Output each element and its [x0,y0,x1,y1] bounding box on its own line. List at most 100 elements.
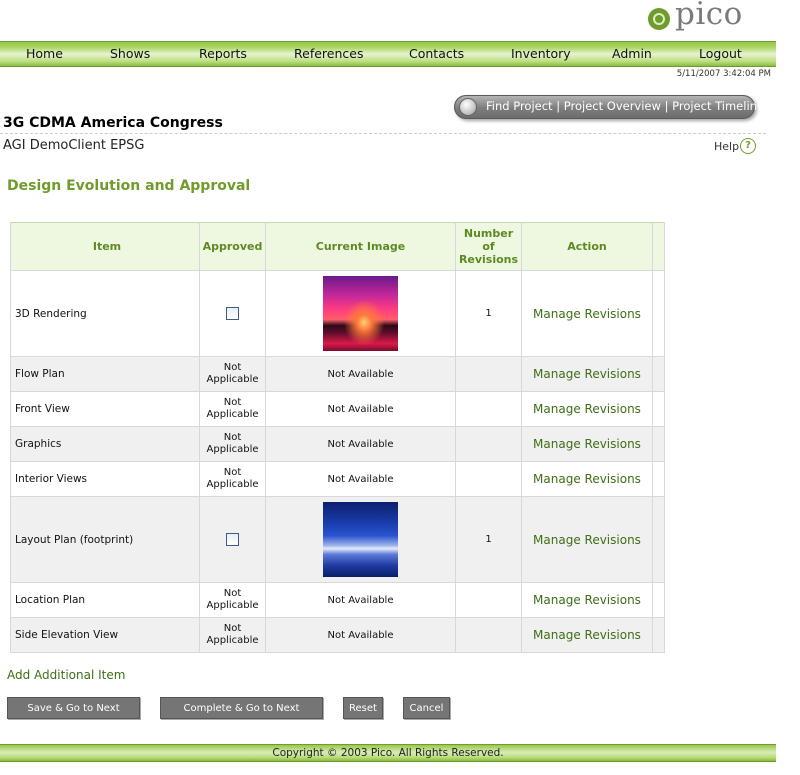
table-row: Flow Plan Not Applicable Not Available Ma… [10,356,665,392]
action-cell: Manage Revisions [521,582,653,618]
table-header-row: Item Approved Current Image Number of Re… [10,222,665,271]
action-cell: Manage Revisions [521,270,653,357]
current-image-cell: Not Available [265,582,456,618]
approved-cell: Not Applicable [199,582,266,618]
nav-admin[interactable]: Admin [612,46,652,61]
header-spacer [652,222,665,271]
header-current-image: Current Image [265,222,456,271]
toolbar-knob-icon [459,98,477,116]
not-applicable-line1: Not [223,588,242,599]
item-name: Location Plan [15,594,86,606]
help-question-icon[interactable]: ? [740,138,756,154]
section-title: Design Evolution and Approval [7,178,251,194]
action-cell: Manage Revisions [521,461,653,497]
timestamp: 5/11/2007 3:42:04 PM [676,69,771,79]
revisions-cell [455,356,522,392]
revisions-cell [455,461,522,497]
project-overview-link[interactable]: Project Overview [564,99,661,113]
header-revisions-line2: of [482,240,495,253]
nav-shows[interactable]: Shows [110,46,150,61]
nav-logout[interactable]: Logout [699,46,742,61]
current-image-cell: Not Available [265,461,456,497]
current-image-cell: Not Available [265,426,456,462]
item-name-cell: Graphics [10,426,200,462]
image-status: Not Available [327,594,394,606]
table-row: Layout Plan (footprint) 1 Manage Revisio… [10,496,665,583]
approved-checkbox[interactable] [226,307,239,320]
link-separator: | [552,99,564,113]
action-cell: Manage Revisions [521,391,653,427]
client-name: AGI DemoClient EPSG [3,138,145,153]
image-status: Not Available [327,629,394,641]
main-nav-bar: Home Shows Reports References Contacts I… [0,41,776,67]
blue-water-thumbnail[interactable] [323,502,398,577]
add-additional-item-link[interactable]: Add Additional Item [7,668,125,682]
revisions-cell [455,426,522,462]
header-revisions: Number of Revisions [455,222,522,271]
image-status: Not Available [327,403,394,415]
manage-revisions-link[interactable]: Manage Revisions [533,367,641,381]
not-applicable-line1: Not [223,397,242,408]
project-toolbar: Find Project | Project Overview | Projec… [454,95,764,119]
nav-home[interactable]: Home [26,46,63,61]
header-approved: Approved [199,222,266,271]
reset-button[interactable]: Reset [343,697,383,719]
spacer-cell [652,617,665,653]
item-name: Interior Views [15,473,88,485]
approved-cell: Not Applicable [199,356,266,392]
spacer-cell [652,461,665,497]
not-applicable-line1: Not [223,432,242,443]
manage-revisions-link[interactable]: Manage Revisions [533,593,641,607]
approved-cell: Not Applicable [199,426,266,462]
manage-revisions-link[interactable]: Manage Revisions [533,307,641,321]
item-name-cell: Flow Plan [10,356,200,392]
approved-cell [199,270,266,357]
not-applicable-line2: Applicable [206,635,259,646]
not-applicable-line2: Applicable [206,374,259,385]
nav-contacts[interactable]: Contacts [409,46,464,61]
image-status: Not Available [327,473,394,485]
manage-revisions-link[interactable]: Manage Revisions [533,402,641,416]
not-applicable-line1: Not [223,467,242,478]
current-image-cell: Not Available [265,356,456,392]
revisions-count: 1 [485,534,492,545]
current-image-cell [265,270,456,357]
manage-revisions-link[interactable]: Manage Revisions [533,472,641,486]
pico-leaf-icon [648,8,670,30]
not-applicable-line1: Not [223,623,242,634]
item-name: Layout Plan (footprint) [15,533,134,546]
revisions-count: 1 [485,308,492,319]
header-revisions-line3: Revisions [458,253,519,266]
complete-and-next-button[interactable]: Complete & Go to Next [160,697,323,719]
footer-copyright: Copyright © 2003 Pico. All Rights Reserv… [272,747,504,759]
pico-logo: pico [648,0,758,40]
nav-inventory[interactable]: Inventory [511,46,571,61]
current-image-cell: Not Available [265,617,456,653]
table-row: Graphics Not Applicable Not Available Man… [10,426,665,462]
image-status: Not Available [327,368,394,380]
nav-references[interactable]: References [294,46,363,61]
manage-revisions-link[interactable]: Manage Revisions [533,533,641,547]
help-label: Help [714,140,740,153]
item-name: 3D Rendering [15,307,87,320]
spacer-cell [652,391,665,427]
find-project-link[interactable]: Find Project [486,99,553,113]
sunset-thumbnail[interactable] [323,276,398,351]
save-and-next-button[interactable]: Save & Go to Next [7,697,140,719]
revisions-cell [455,391,522,427]
image-status: Not Available [327,438,394,450]
approved-checkbox[interactable] [226,533,239,546]
spacer-cell [652,426,665,462]
help-link[interactable]: Help ? [714,138,756,154]
cancel-button[interactable]: Cancel [403,697,450,719]
approved-cell: Not Applicable [199,461,266,497]
manage-revisions-link[interactable]: Manage Revisions [533,437,641,451]
not-applicable-line2: Applicable [206,409,259,420]
not-applicable-line1: Not [223,362,242,373]
item-name-cell: Side Elevation View [10,617,200,653]
item-name-cell: 3D Rendering [10,270,200,357]
manage-revisions-link[interactable]: Manage Revisions [533,628,641,642]
revisions-cell: 1 [455,496,522,583]
project-timeline-link[interactable]: Project Timeline [672,99,764,113]
nav-reports[interactable]: Reports [199,46,247,61]
